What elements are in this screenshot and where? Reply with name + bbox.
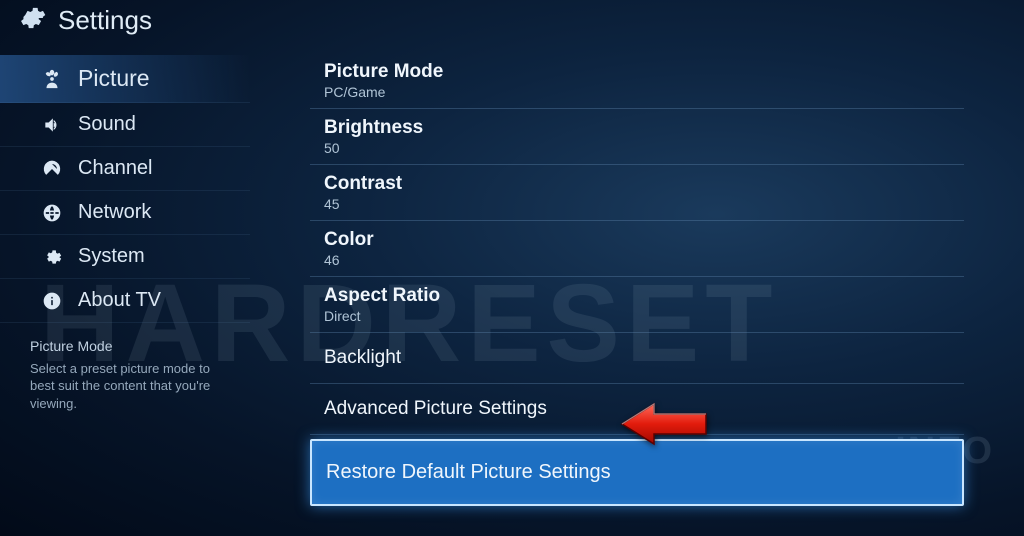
setting-contrast[interactable]: Contrast 45 (310, 165, 964, 221)
sidebar-item-label: About TV (78, 289, 161, 312)
sidebar-item-sound[interactable]: Sound (0, 103, 250, 147)
settings-list: Picture Mode PC/Game Brightness 50 Contr… (250, 47, 1024, 533)
help-body: Select a preset picture mode to best sui… (30, 360, 232, 413)
sidebar-item-about[interactable]: About TV (0, 279, 250, 323)
setting-value: 50 (324, 140, 950, 156)
sidebar-item-label: Picture (78, 65, 150, 92)
setting-label: Restore Default Picture Settings (326, 455, 948, 490)
sidebar-item-picture[interactable]: Picture (0, 55, 250, 103)
setting-label: Color (324, 229, 950, 251)
sidebar-item-label: Network (78, 201, 151, 224)
setting-color[interactable]: Color 46 (310, 221, 964, 277)
setting-value: Direct (324, 308, 950, 324)
gear-icon (18, 4, 46, 37)
setting-advanced-picture[interactable]: Advanced Picture Settings (310, 384, 964, 435)
flower-icon (40, 68, 64, 90)
sidebar-item-network[interactable]: Network (0, 191, 250, 235)
setting-label: Backlight (324, 341, 950, 375)
cog-icon (40, 247, 64, 267)
info-icon (40, 291, 64, 311)
setting-brightness[interactable]: Brightness 50 (310, 109, 964, 165)
setting-backlight[interactable]: Backlight (310, 333, 964, 384)
header: Settings (0, 0, 1024, 47)
help-title: Picture Mode (30, 337, 232, 356)
setting-restore-defaults[interactable]: Restore Default Picture Settings (310, 439, 964, 506)
satellite-icon (40, 159, 64, 179)
setting-label: Picture Mode (324, 61, 950, 83)
sidebar-item-system[interactable]: System (0, 235, 250, 279)
help-panel: Picture Mode Select a preset picture mod… (0, 323, 250, 413)
setting-label: Advanced Picture Settings (324, 392, 950, 426)
setting-aspect-ratio[interactable]: Aspect Ratio Direct (310, 277, 964, 333)
setting-value: 45 (324, 196, 950, 212)
setting-picture-mode[interactable]: Picture Mode PC/Game (310, 53, 964, 109)
page-title: Settings (58, 5, 152, 36)
sidebar-item-channel[interactable]: Channel (0, 147, 250, 191)
sidebar-item-label: Channel (78, 157, 153, 180)
setting-value: 46 (324, 252, 950, 268)
sidebar-item-label: System (78, 245, 145, 268)
globe-icon (40, 203, 64, 223)
sidebar-item-label: Sound (78, 113, 136, 136)
setting-value: PC/Game (324, 84, 950, 100)
setting-label: Brightness (324, 117, 950, 139)
setting-label: Contrast (324, 173, 950, 195)
setting-label: Aspect Ratio (324, 285, 950, 307)
speaker-icon (40, 115, 64, 135)
sidebar: Picture Sound Channel Network System (0, 47, 250, 533)
